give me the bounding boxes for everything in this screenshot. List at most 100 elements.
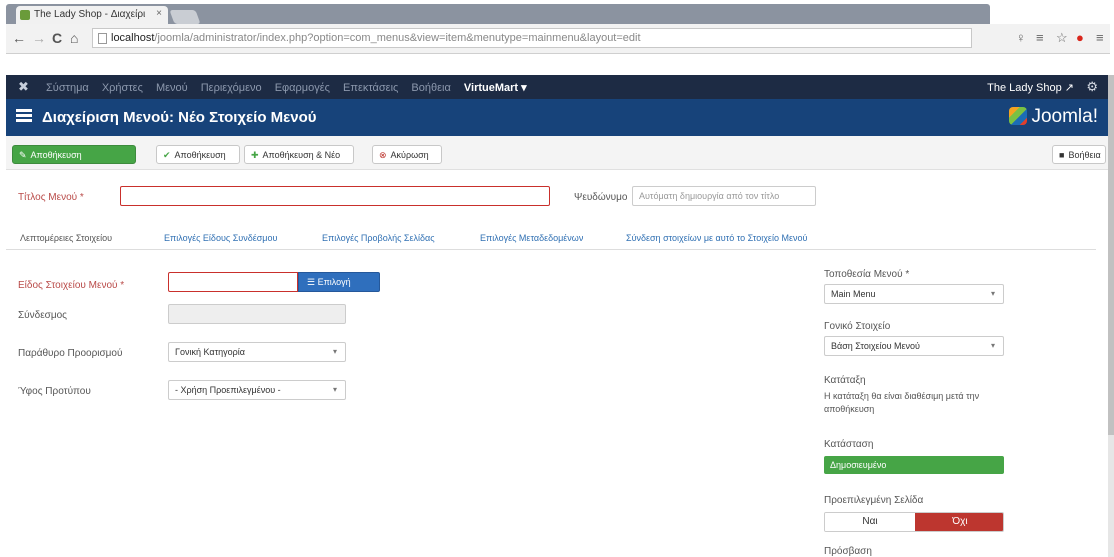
edit-icon: ✎ [19, 150, 27, 160]
chevron-down-icon: ▾ [332, 347, 337, 356]
list-icon [16, 109, 32, 123]
chevron-down-icon: ▾ [990, 341, 995, 350]
cancel-label: Ακύρωση [390, 150, 429, 160]
forward-icon[interactable]: → [32, 30, 46, 46]
menu-location-select[interactable]: Main Menu ▾ [824, 284, 1004, 304]
item-type-label: Είδος Στοιχείου Μενού * [18, 280, 125, 291]
target-window-label: Παράθυρο Προορισμού [18, 348, 123, 359]
parent-item-value: Βάση Στοιχείου Μενού [831, 341, 920, 351]
default-page-no-option[interactable]: Όχι [915, 513, 1003, 531]
link-input [168, 304, 346, 324]
edit-tabs: Λεπτομέρειες Στοιχείου Επιλογές Είδους Σ… [6, 224, 1096, 250]
page-title-bar: Διαχείριση Μενού: Νέο Στοιχείο Μενού Joo… [6, 99, 1110, 136]
title-label: Τίτλος Μενού * [18, 192, 84, 203]
status-value: Δημοσιευμένο [830, 460, 887, 470]
url-host: localhost [111, 32, 155, 44]
menu-icon[interactable]: ≡ [1096, 30, 1104, 45]
save-close-label: Αποθήκευση [174, 150, 226, 160]
cancel-icon: ⊗ [379, 150, 387, 160]
menu-location-label: Τοποθεσία Μενού * [824, 269, 910, 280]
item-type-input[interactable] [168, 272, 298, 292]
save-close-button[interactable]: ✔ Αποθήκευση [156, 145, 240, 164]
check-icon: ✔ [163, 150, 171, 160]
menu-menus[interactable]: Μενού [156, 82, 188, 94]
template-style-value: - Χρήση Προεπιλεγμένου - [175, 385, 281, 395]
select-type-button[interactable]: ☰ Επιλογή [298, 272, 380, 292]
page-scrollbar[interactable] [1108, 75, 1114, 557]
parent-item-select[interactable]: Βάση Στοιχείου Μενού ▾ [824, 336, 1004, 356]
menu-help[interactable]: Βοήθεια [411, 82, 450, 94]
menu-virtuemart[interactable]: VirtueMart ▾ [464, 82, 527, 94]
browser-toolbar: ← → C ⌂ localhost/joomla/administrator/i… [6, 24, 1110, 54]
save-new-button[interactable]: ✚ Αποθήκευση & Νέο [244, 145, 354, 164]
page-icon [98, 33, 107, 44]
save-label: Αποθήκευση [30, 150, 82, 160]
ordering-note: Η κατάταξη θα είναι διαθέσιμη μετά την α… [824, 391, 980, 414]
ordering-label: Κατάταξη [824, 375, 866, 386]
plus-icon: ✚ [251, 150, 259, 160]
template-style-label: Ύφος Προτύπου [18, 386, 91, 397]
home-icon[interactable]: ⌂ [70, 30, 78, 46]
key-icon[interactable]: ♀ [1016, 30, 1026, 45]
tab-details[interactable]: Λεπτομέρειες Στοιχείου [20, 233, 112, 243]
menu-content[interactable]: Περιεχόμενο [201, 82, 262, 94]
status-label: Κατάσταση [824, 439, 874, 450]
alias-input[interactable]: Αυτόματη δημιουργία από τον τίτλο [632, 186, 816, 206]
alias-label: Ψευδώνυμο [574, 192, 628, 203]
tab-close-icon[interactable]: × [156, 8, 162, 19]
tab-metadata[interactable]: Επιλογές Μεταδεδομένων [480, 233, 583, 243]
tab-link-type[interactable]: Επιλογές Είδους Συνδέσμου [164, 233, 277, 243]
menu-users[interactable]: Χρήστες [102, 82, 143, 94]
help-label: Βοήθεια [1068, 150, 1101, 160]
access-label: Πρόσβαση [824, 546, 872, 557]
save-button[interactable]: ✎ Αποθήκευση [12, 145, 136, 164]
scrollbar-thumb[interactable] [1108, 75, 1114, 435]
gear-icon[interactable]: ⚙ [1086, 79, 1098, 95]
admin-menu: Σύστημα Χρήστες Μενού Περιεχόμενο Εφαρμο… [46, 81, 537, 94]
chevron-down-icon: ▾ [332, 385, 337, 394]
menu-location-value: Main Menu [831, 289, 876, 299]
default-page-label: Προεπιλεγμένη Σελίδα [824, 495, 924, 506]
alias-placeholder: Αυτόματη δημιουργία από τον τίτλο [639, 191, 780, 201]
default-page-yes-option[interactable]: Ναι [825, 513, 915, 531]
help-button[interactable]: ■ Βοήθεια [1052, 145, 1106, 164]
browser-tab[interactable]: The Lady Shop - Διαχείρι × [16, 6, 168, 24]
help-icon: ■ [1059, 150, 1065, 160]
menu-system[interactable]: Σύστημα [46, 82, 89, 94]
target-window-select[interactable]: Γονική Κατηγορία ▾ [168, 342, 346, 362]
site-link[interactable]: The Lady Shop ↗ [987, 81, 1074, 94]
joomla-logo-mark-icon [1009, 107, 1028, 125]
action-toolbar: ✎ Αποθήκευση ✔ Αποθήκευση ✚ Αποθήκευση & Νέ… [6, 136, 1110, 170]
tab-title: The Lady Shop - Διαχείρι [34, 9, 146, 20]
target-window-value: Γονική Κατηγορία [175, 347, 245, 357]
admin-menu-bar: ✖ Σύστημα Χρήστες Μενού Περιεχόμενο Εφαρ… [6, 75, 1110, 99]
translate-icon[interactable]: ≡ [1036, 30, 1044, 45]
save-new-label: Αποθήκευση & Νέο [262, 150, 341, 160]
back-icon[interactable]: ← [12, 30, 26, 46]
browser-window: The Lady Shop - Διαχείρι × ← → C ⌂ local… [0, 0, 1114, 557]
menu-components[interactable]: Εφαρμογές [275, 82, 330, 94]
status-select[interactable]: Δημοσιευμένο [824, 456, 1004, 474]
tab-associations[interactable]: Σύνδεση στοιχείων με αυτό το Στοιχείο Με… [626, 233, 807, 243]
star-icon[interactable]: ☆ [1056, 30, 1068, 46]
url-path: /joomla/administrator/index.php?option=c… [154, 32, 641, 44]
reload-icon[interactable]: C [52, 30, 62, 46]
opera-icon[interactable]: ● [1076, 30, 1084, 45]
page-title: Διαχείριση Μενού: Νέο Στοιχείο Μενού [42, 109, 317, 126]
favicon-icon [20, 10, 30, 20]
list-icon: ☰ [307, 277, 318, 287]
default-page-toggle: Ναι Όχι [824, 512, 1004, 532]
new-tab-button[interactable] [169, 10, 201, 24]
tab-strip: The Lady Shop - Διαχείρι × [6, 4, 990, 24]
address-bar[interactable]: localhost/joomla/administrator/index.php… [92, 28, 972, 48]
joomla-logo-icon[interactable]: ✖ [18, 79, 29, 95]
joomla-brand-text: Joomla! [1031, 106, 1098, 127]
cancel-button[interactable]: ⊗ Ακύρωση [372, 145, 442, 164]
menu-extensions[interactable]: Επεκτάσεις [343, 82, 398, 94]
link-label: Σύνδεσμος [18, 310, 67, 321]
tab-page-display[interactable]: Επιλογές Προβολής Σελίδας [322, 233, 435, 243]
parent-item-label: Γονικό Στοιχείο [824, 321, 891, 332]
template-style-select[interactable]: - Χρήση Προεπιλεγμένου - ▾ [168, 380, 346, 400]
title-input[interactable] [120, 186, 550, 206]
select-type-label: Επιλογή [317, 277, 351, 287]
